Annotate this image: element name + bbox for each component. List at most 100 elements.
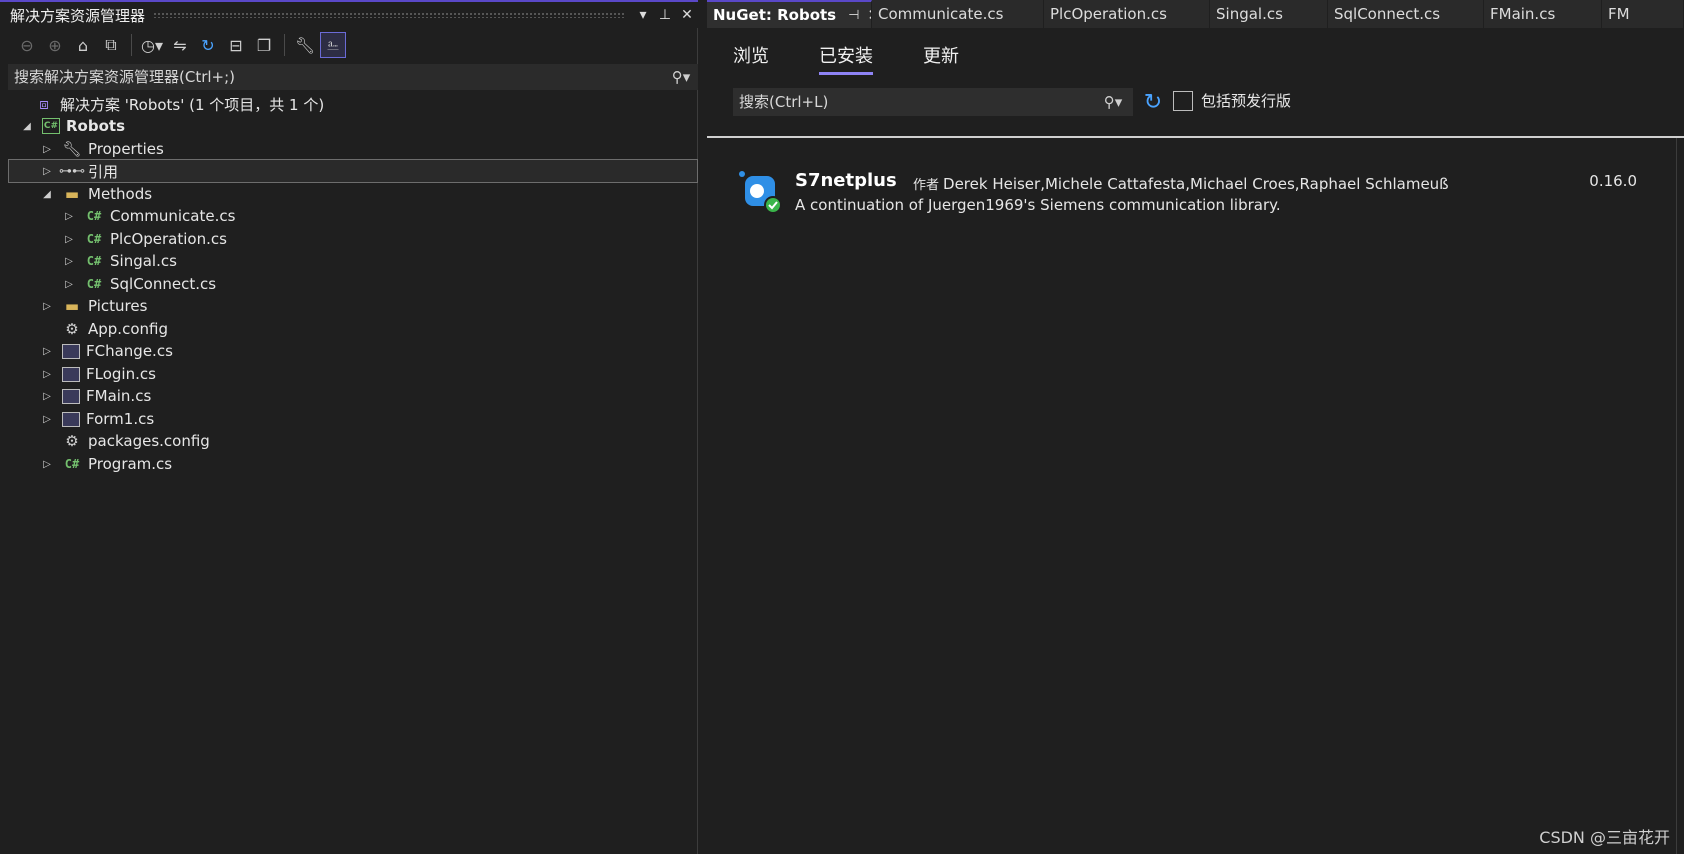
toolbar-separator [284, 34, 285, 56]
show-all-files-icon[interactable]: ❐ [251, 32, 277, 58]
close-icon[interactable]: ✕ [676, 7, 698, 23]
package-icon [739, 171, 782, 214]
tab-label: FM [1608, 5, 1630, 23]
tab-plcoperation[interactable]: PlcOperation.cs [1044, 0, 1210, 28]
csharp-file-icon: C# [86, 277, 102, 291]
solution-explorer-titlebar: 解决方案资源管理器 ▾ ⊥ ✕ [0, 0, 698, 28]
tree-item-file[interactable]: ▷ FChange.cs [8, 339, 698, 363]
tree-item-project[interactable]: ◢ C# Robots [8, 114, 698, 138]
tree-item-label: Pictures [88, 297, 148, 315]
tab-overflow[interactable]: FM [1602, 0, 1684, 28]
search-dropdown-icon[interactable]: ⚲▾ [1093, 93, 1133, 111]
nuget-package-manager: 浏览 已安装 更新 ⚲▾ ↻ 包括预发行版 S7netplus 作者Derek … [707, 28, 1684, 854]
tree-item-solution[interactable]: ⧈ 解决方案 'Robots' (1 个项目，共 1 个) [8, 92, 698, 116]
tree-item-file[interactable]: ⚙︎ packages.config [8, 429, 698, 453]
tab-nuget-robots[interactable]: NuGet: Robots ⊣ ✕ [707, 0, 872, 28]
pin-icon[interactable]: ⊣ [848, 8, 859, 23]
tree-item-label: Methods [88, 185, 153, 203]
tree-item-pictures-folder[interactable]: ▷ ▬ Pictures [8, 294, 698, 318]
back-icon[interactable]: ⊖ [14, 32, 40, 58]
checkbox-icon[interactable] [1173, 90, 1193, 111]
tree-item-file[interactable]: ▷ C# SqlConnect.cs [8, 272, 698, 296]
tab-sqlconnect[interactable]: SqlConnect.cs [1328, 0, 1484, 28]
csharp-file-icon: C# [86, 254, 102, 268]
tree-item-file[interactable]: ▷ C# PlcOperation.cs [8, 227, 698, 251]
expand-arrow-icon[interactable]: ▷ [40, 299, 54, 313]
tree-item-file[interactable]: ▷ FMain.cs [8, 384, 698, 408]
expand-arrow-icon[interactable]: ▷ [40, 457, 54, 471]
divider [707, 136, 1684, 138]
expand-arrow-icon[interactable]: ▷ [40, 344, 54, 358]
vertical-scrollbar[interactable] [1676, 138, 1684, 854]
solution-explorer-panel: 解决方案资源管理器 ▾ ⊥ ✕ ⊖ ⊕ ⌂ ⧉ ◷▾ ⇋ ↻ ⊟ ❐ 🔧︎ ⎁ … [0, 0, 698, 854]
csharp-project-icon: C# [42, 118, 60, 134]
tree-item-label: 解决方案 'Robots' (1 个项目，共 1 个) [60, 95, 325, 114]
search-options-icon[interactable]: ⚲▾ [664, 68, 698, 86]
tree-item-label: App.config [88, 320, 168, 338]
refresh-icon[interactable]: ↻ [1139, 88, 1167, 116]
tab-browse[interactable]: 浏览 [733, 42, 769, 75]
tree-item-properties[interactable]: ▷ 🔧︎ Properties [8, 137, 698, 161]
expand-arrow-icon[interactable]: ▷ [40, 367, 54, 381]
tree-item-label: 引用 [88, 162, 119, 181]
tree-item-label: SqlConnect.cs [110, 275, 217, 293]
tab-singal[interactable]: Singal.cs [1210, 0, 1328, 28]
tree-item-methods-folder[interactable]: ◢ ▬ Methods [8, 182, 698, 206]
tree-item-file[interactable]: ▷ C# Singal.cs [8, 249, 698, 273]
tree-item-label: Robots [66, 117, 125, 135]
package-version: 0.16.0 [1589, 172, 1637, 190]
expand-arrow-icon[interactable]: ▷ [40, 389, 54, 403]
window-position-dropdown-icon[interactable]: ▾ [632, 7, 654, 23]
solution-explorer-search[interactable]: ⚲▾ [8, 64, 698, 90]
tree-item-label: PlcOperation.cs [110, 230, 227, 248]
refresh-icon[interactable]: ↻ [195, 32, 221, 58]
expand-arrow-icon[interactable]: ▷ [62, 254, 76, 268]
tab-label: NuGet: Robots [713, 6, 837, 24]
include-prerelease-checkbox[interactable]: 包括预发行版 [1173, 90, 1291, 111]
form-icon [62, 366, 80, 382]
watermark: CSDN @三亩花开 [1539, 828, 1670, 847]
tab-updates[interactable]: 更新 [923, 42, 959, 75]
sync-active-document-icon[interactable]: ⇋ [167, 32, 193, 58]
home-icon[interactable]: ⌂ [70, 32, 96, 58]
document-tab-strip: NuGet: Robots ⊣ ✕ Communicate.cs PlcOper… [707, 0, 1684, 28]
expand-arrow-icon[interactable]: ▷ [40, 412, 54, 426]
expand-arrow-icon[interactable]: ▷ [40, 164, 54, 178]
nuget-search[interactable]: ⚲▾ [733, 88, 1133, 116]
pending-changes-filter-icon[interactable]: ◷▾ [139, 32, 165, 58]
collapse-arrow-icon[interactable]: ◢ [40, 187, 54, 201]
package-name: S7netplus [795, 170, 897, 191]
tab-label: SqlConnect.cs [1334, 5, 1441, 23]
tab-installed[interactable]: 已安装 [819, 42, 873, 75]
tree-item-file[interactable]: ⚙︎ App.config [8, 317, 698, 341]
tree-item-file[interactable]: ▷ C# Program.cs [8, 452, 698, 476]
package-list-item[interactable]: S7netplus 作者 Derek Heiser,Michele Cattafe… [737, 168, 1637, 228]
collapse-arrow-icon[interactable]: ◢ [20, 119, 34, 133]
properties-wrench-icon[interactable]: 🔧︎ [292, 32, 318, 58]
expand-arrow-icon[interactable]: ▷ [40, 142, 54, 156]
switch-views-icon[interactable]: ⧉ [98, 32, 124, 58]
forward-icon[interactable]: ⊕ [42, 32, 68, 58]
tree-item-file[interactable]: ▷ C# Communicate.cs [8, 204, 698, 228]
drag-grip[interactable] [153, 12, 624, 18]
nuget-search-input[interactable] [739, 93, 1093, 111]
tab-communicate[interactable]: Communicate.cs [872, 0, 1044, 28]
preview-selected-items-icon[interactable]: ⎁ [320, 32, 346, 58]
folder-icon: ▬ [64, 297, 80, 315]
tree-item-file[interactable]: ▷ FLogin.cs [8, 362, 698, 386]
tree-item-references[interactable]: ▷ ⊶⊷ 引用 [8, 159, 698, 183]
tab-label: PlcOperation.cs [1050, 5, 1167, 23]
config-icon: ⚙︎ [65, 432, 79, 450]
expand-arrow-icon[interactable]: ▷ [62, 209, 76, 223]
pin-icon[interactable]: ⊥ [654, 7, 676, 23]
expand-arrow-icon[interactable]: ▷ [62, 277, 76, 291]
expand-arrow-icon[interactable]: ▷ [62, 232, 76, 246]
search-input[interactable] [14, 68, 664, 86]
tab-fmain[interactable]: FMain.cs [1484, 0, 1602, 28]
tree-item-file[interactable]: ▷ Form1.cs [8, 407, 698, 431]
collapse-all-icon[interactable]: ⊟ [223, 32, 249, 58]
form-icon [62, 343, 80, 359]
authors-text: Derek Heiser,Michele Cattafesta,Michael … [943, 175, 1449, 193]
tree-item-label: Form1.cs [86, 410, 155, 428]
tree-item-label: Singal.cs [110, 252, 177, 270]
